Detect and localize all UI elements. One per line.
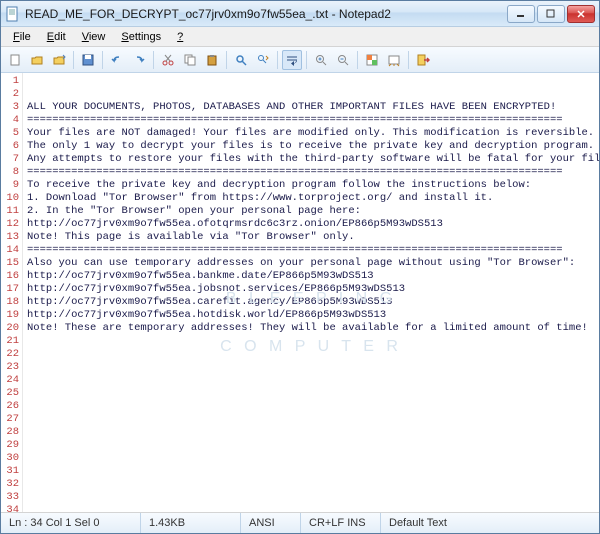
app-window: READ_ME_FOR_DECRYPT_oc77jrv0xm9o7fw55ea_… bbox=[0, 0, 600, 534]
line-number: 30 bbox=[1, 452, 19, 465]
maximize-button[interactable] bbox=[537, 5, 565, 23]
status-filesize: 1.43KB bbox=[141, 513, 241, 533]
zoomin-icon[interactable] bbox=[311, 50, 331, 70]
find-icon[interactable] bbox=[231, 50, 251, 70]
menu-edit[interactable]: Edit bbox=[39, 29, 74, 45]
close-button[interactable] bbox=[567, 5, 595, 23]
line-number: 20 bbox=[1, 322, 19, 335]
replace-icon[interactable] bbox=[253, 50, 273, 70]
status-eol[interactable]: CR+LF INS bbox=[301, 513, 381, 533]
editor-line[interactable]: http://oc77jrv0xm9o7fw55ea.bankme.date/E… bbox=[27, 270, 595, 283]
wrap-icon[interactable] bbox=[282, 50, 302, 70]
editor-line[interactable]: Your files are NOT damaged! Your files a… bbox=[27, 127, 595, 140]
line-number: 9 bbox=[1, 179, 19, 192]
titlebar[interactable]: READ_ME_FOR_DECRYPT_oc77jrv0xm9o7fw55ea_… bbox=[1, 1, 599, 27]
line-number: 34 bbox=[1, 504, 19, 517]
window-buttons bbox=[507, 5, 595, 23]
line-number: 2 bbox=[1, 88, 19, 101]
paste-icon[interactable] bbox=[202, 50, 222, 70]
line-number: 23 bbox=[1, 361, 19, 374]
line-number: 10 bbox=[1, 192, 19, 205]
editor-line[interactable]: Any attempts to restore your files with … bbox=[27, 153, 595, 166]
line-number-gutter: 1234567891011121314151617181920212223242… bbox=[1, 73, 23, 512]
editor-line[interactable]: http://oc77jrv0xm9o7fw55ea.hotdisk.world… bbox=[27, 309, 595, 322]
line-number: 18 bbox=[1, 296, 19, 309]
editor-line[interactable]: http://oc77jrv0xm9o7fw55ea.ofotqrmsrdc6c… bbox=[27, 218, 595, 231]
line-number: 26 bbox=[1, 400, 19, 413]
zoomout-icon[interactable] bbox=[333, 50, 353, 70]
minimize-button[interactable] bbox=[507, 5, 535, 23]
menu-help[interactable]: ? bbox=[169, 29, 191, 45]
editor-line[interactable]: The only 1 way to decrypt your files is … bbox=[27, 140, 595, 153]
status-scheme[interactable]: Default Text bbox=[381, 513, 599, 533]
status-encoding[interactable]: ANSI bbox=[241, 513, 301, 533]
menu-file[interactable]: File bbox=[5, 29, 39, 45]
toolbar bbox=[1, 47, 599, 73]
line-number: 25 bbox=[1, 387, 19, 400]
line-number: 15 bbox=[1, 257, 19, 270]
line-number: 29 bbox=[1, 439, 19, 452]
line-number: 16 bbox=[1, 270, 19, 283]
line-number: 1 bbox=[1, 75, 19, 88]
editor-line[interactable]: Note! These are temporary addresses! The… bbox=[27, 322, 595, 335]
line-number: 33 bbox=[1, 491, 19, 504]
editor-line[interactable]: http://oc77jrv0xm9o7fw55ea.carefit.agenc… bbox=[27, 296, 595, 309]
line-number: 5 bbox=[1, 127, 19, 140]
editor-line[interactable]: To receive the private key and decryptio… bbox=[27, 179, 595, 192]
editor-line[interactable]: Also you can use temporary addresses on … bbox=[27, 257, 595, 270]
history-icon[interactable] bbox=[49, 50, 69, 70]
redo-icon[interactable] bbox=[129, 50, 149, 70]
app-icon bbox=[5, 6, 21, 22]
text-editor[interactable]: ALL YOUR DOCUMENTS, PHOTOS, DATABASES AN… bbox=[23, 73, 599, 512]
line-number: 14 bbox=[1, 244, 19, 257]
editor-line[interactable]: Note! This page is available via "Tor Br… bbox=[27, 231, 595, 244]
editor-area: 1234567891011121314151617181920212223242… bbox=[1, 73, 599, 513]
editor-line[interactable]: 1. Download "Tor Browser" from https://w… bbox=[27, 192, 595, 205]
window-title: READ_ME_FOR_DECRYPT_oc77jrv0xm9o7fw55ea_… bbox=[25, 7, 507, 21]
line-number: 11 bbox=[1, 205, 19, 218]
line-number: 27 bbox=[1, 413, 19, 426]
cut-icon[interactable] bbox=[158, 50, 178, 70]
undo-icon[interactable] bbox=[107, 50, 127, 70]
line-number: 32 bbox=[1, 478, 19, 491]
editor-line[interactable]: http://oc77jrv0xm9o7fw55ea.jobsnot.servi… bbox=[27, 283, 595, 296]
line-number: 28 bbox=[1, 426, 19, 439]
line-number: 31 bbox=[1, 465, 19, 478]
menubar: File Edit View Settings ? bbox=[1, 27, 599, 47]
menu-view[interactable]: View bbox=[74, 29, 114, 45]
save-icon[interactable] bbox=[78, 50, 98, 70]
line-number: 21 bbox=[1, 335, 19, 348]
config-icon[interactable] bbox=[384, 50, 404, 70]
line-number: 6 bbox=[1, 140, 19, 153]
status-position[interactable]: Ln : 34 Col 1 Sel 0 bbox=[1, 513, 141, 533]
exit-icon[interactable] bbox=[413, 50, 433, 70]
editor-line[interactable]: ========================================… bbox=[27, 244, 595, 257]
line-number: 7 bbox=[1, 153, 19, 166]
line-number: 8 bbox=[1, 166, 19, 179]
menu-settings[interactable]: Settings bbox=[113, 29, 169, 45]
line-number: 24 bbox=[1, 374, 19, 387]
editor-line[interactable]: ALL YOUR DOCUMENTS, PHOTOS, DATABASES AN… bbox=[27, 101, 595, 114]
editor-line[interactable]: ========================================… bbox=[27, 114, 595, 127]
editor-line[interactable]: ========================================… bbox=[27, 166, 595, 179]
editor-line[interactable]: 2. In the "Tor Browser" open your person… bbox=[27, 205, 595, 218]
scheme-icon[interactable] bbox=[362, 50, 382, 70]
line-number: 12 bbox=[1, 218, 19, 231]
line-number: 3 bbox=[1, 101, 19, 114]
statusbar: Ln : 34 Col 1 Sel 0 1.43KB ANSI CR+LF IN… bbox=[1, 513, 599, 533]
line-number: 19 bbox=[1, 309, 19, 322]
line-number: 22 bbox=[1, 348, 19, 361]
new-icon[interactable] bbox=[5, 50, 25, 70]
line-number: 13 bbox=[1, 231, 19, 244]
line-number: 4 bbox=[1, 114, 19, 127]
line-number: 17 bbox=[1, 283, 19, 296]
open-icon[interactable] bbox=[27, 50, 47, 70]
copy-icon[interactable] bbox=[180, 50, 200, 70]
